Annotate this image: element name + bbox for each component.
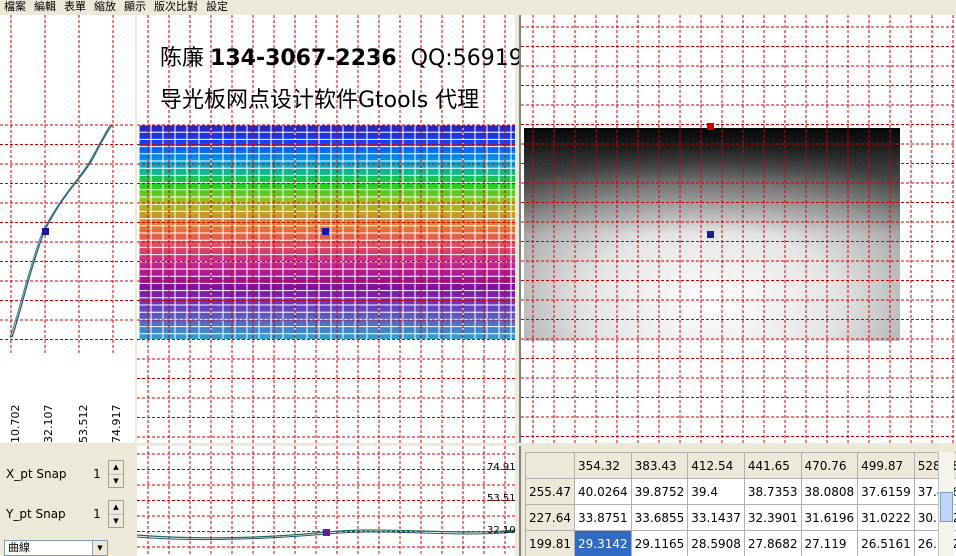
color-map-view[interactable] <box>137 15 515 443</box>
y-snap-up-icon[interactable]: ▲ <box>109 501 123 515</box>
profile-axis-label-1: 53.51 <box>487 493 515 504</box>
contact-name: 陈廉 <box>160 46 205 71</box>
grayscale-map-pane[interactable] <box>519 15 956 443</box>
profile-axis-label-0: 74.91 <box>487 462 515 473</box>
color-map-pane[interactable] <box>137 15 515 443</box>
menu-edit[interactable]: 編輯 <box>32 0 62 14</box>
menu-bar: 檔案 編輯 表單 縮放 顯示 版次比對 設定 <box>0 0 956 14</box>
table-cell[interactable]: 27.119 <box>800 530 859 556</box>
snap-control-pane: X_pt Snap 1 ▲ ▼ Y_pt Snap 1 ▲ ▼ 曲線 ▼ <box>0 446 135 556</box>
table-header-row: 354.32 383.43 412.54 441.65 470.76 499.8… <box>525 452 956 479</box>
table-cell[interactable]: 33.1437 <box>687 504 745 531</box>
table-cell[interactable]: 29.1165 <box>630 530 689 556</box>
y-snap-down-icon[interactable]: ▼ <box>109 515 123 528</box>
table-cell[interactable]: 31.6196 <box>800 504 859 531</box>
color-map-control-point[interactable] <box>322 228 329 235</box>
grayscale-map-view[interactable] <box>521 15 956 443</box>
x-snap-row: X_pt Snap 1 ▲ ▼ <box>6 460 124 488</box>
curve-mode-value: 曲線 <box>8 541 30 554</box>
contact-watermark-line2: 导光板网点设计软件Gtools 代理 <box>160 88 480 113</box>
grayscale-control-point[interactable] <box>707 231 714 238</box>
column-header[interactable]: 499.87 <box>857 452 915 479</box>
y-snap-value[interactable]: 1 <box>86 507 108 521</box>
grayscale-top-point[interactable] <box>707 123 714 130</box>
column-header[interactable]: 383.43 <box>630 452 689 479</box>
profile-plot[interactable]: 74.91 53.51 32.10 <box>137 446 515 556</box>
x-snap-up-icon[interactable]: ▲ <box>109 461 123 475</box>
menu-settings[interactable]: 設定 <box>204 0 234 14</box>
table-vertical-scrollbar[interactable] <box>938 452 954 556</box>
x-snap-label: X_pt Snap <box>6 467 67 481</box>
table-row: 255.47 40.0264 39.8752 39.4 38.7353 38.0… <box>525 478 956 505</box>
profile-control-point[interactable] <box>323 529 330 536</box>
y-snap-spinner[interactable]: ▲ ▼ <box>108 500 124 528</box>
column-header[interactable]: 470.76 <box>800 452 859 479</box>
x-snap-down-icon[interactable]: ▼ <box>109 475 123 488</box>
table-cell-selected[interactable]: 29.3142 <box>574 530 632 556</box>
curve-plot[interactable]: 10.702 32.107 53.512 74.917 <box>0 15 135 443</box>
row-header[interactable]: 227.64 <box>525 504 575 531</box>
table-cell[interactable]: 26.5161 <box>857 530 915 556</box>
table-cell[interactable]: 32.3901 <box>743 504 802 531</box>
curve-line-secondary <box>9 124 111 338</box>
profile-pane[interactable]: 74.91 53.51 32.10 <box>137 446 515 556</box>
table-cell[interactable]: 39.4 <box>687 478 745 505</box>
curve-mode-select[interactable]: 曲線 ▼ <box>4 540 108 556</box>
table-cell[interactable]: 39.8752 <box>630 478 689 505</box>
curve-axis-label-0: 10.702 <box>9 405 22 444</box>
data-table: 354.32 383.43 412.54 441.65 470.76 499.8… <box>525 452 956 556</box>
y-snap-row: Y_pt Snap 1 ▲ ▼ <box>6 500 124 528</box>
table-cell[interactable]: 28.5908 <box>687 530 745 556</box>
table-row: 199.81 29.3142 29.1165 28.5908 27.8682 2… <box>525 530 956 556</box>
curve-control-point[interactable] <box>42 228 49 235</box>
table-cell[interactable]: 38.7353 <box>743 478 802 505</box>
table-cell[interactable]: 33.6855 <box>630 504 689 531</box>
table-cell[interactable]: 27.8682 <box>743 530 802 556</box>
row-header[interactable]: 199.81 <box>525 530 575 556</box>
column-header[interactable]: 412.54 <box>687 452 745 479</box>
curve-line <box>11 124 113 338</box>
table-cell[interactable]: 38.0808 <box>800 478 859 505</box>
menu-zoom[interactable]: 縮放 <box>92 0 122 14</box>
row-header[interactable]: 255.47 <box>525 478 575 505</box>
curve-axis-label-2: 53.512 <box>77 405 90 444</box>
table-row: 227.64 33.8751 33.6855 33.1437 32.3901 3… <box>525 504 956 531</box>
x-snap-value[interactable]: 1 <box>86 467 108 481</box>
profile-axis-label-2: 32.10 <box>487 525 515 536</box>
column-header[interactable]: 441.65 <box>743 452 802 479</box>
contact-phone: 134-3067-2236 <box>210 46 397 71</box>
column-header[interactable]: 354.32 <box>574 452 632 479</box>
chevron-down-icon[interactable]: ▼ <box>92 541 107 555</box>
table-cell[interactable]: 33.8751 <box>574 504 632 531</box>
table-cell[interactable]: 31.0222 <box>857 504 915 531</box>
x-snap-spinner[interactable]: ▲ ▼ <box>108 460 124 488</box>
curve-view-pane[interactable]: 10.702 32.107 53.512 74.917 <box>0 15 135 443</box>
table-scrollbar-thumb[interactable] <box>940 492 953 522</box>
table-cell[interactable]: 37.6159 <box>857 478 915 505</box>
table-cell[interactable]: 40.0264 <box>574 478 632 505</box>
data-table-pane: 354.32 383.43 412.54 441.65 470.76 499.8… <box>519 446 956 556</box>
curve-axis-label-1: 32.107 <box>42 405 55 444</box>
y-snap-label: Y_pt Snap <box>6 507 66 521</box>
menu-file[interactable]: 檔案 <box>2 0 32 14</box>
table-corner <box>525 452 575 479</box>
contact-watermark-line1: 陈廉 134-3067-2236 QQ:569192379 <box>160 40 579 72</box>
menu-view[interactable]: 顯示 <box>122 0 152 14</box>
menu-form[interactable]: 表單 <box>62 0 92 14</box>
curve-axis-label-3: 74.917 <box>110 405 123 444</box>
menu-compare[interactable]: 版次比對 <box>152 0 204 14</box>
